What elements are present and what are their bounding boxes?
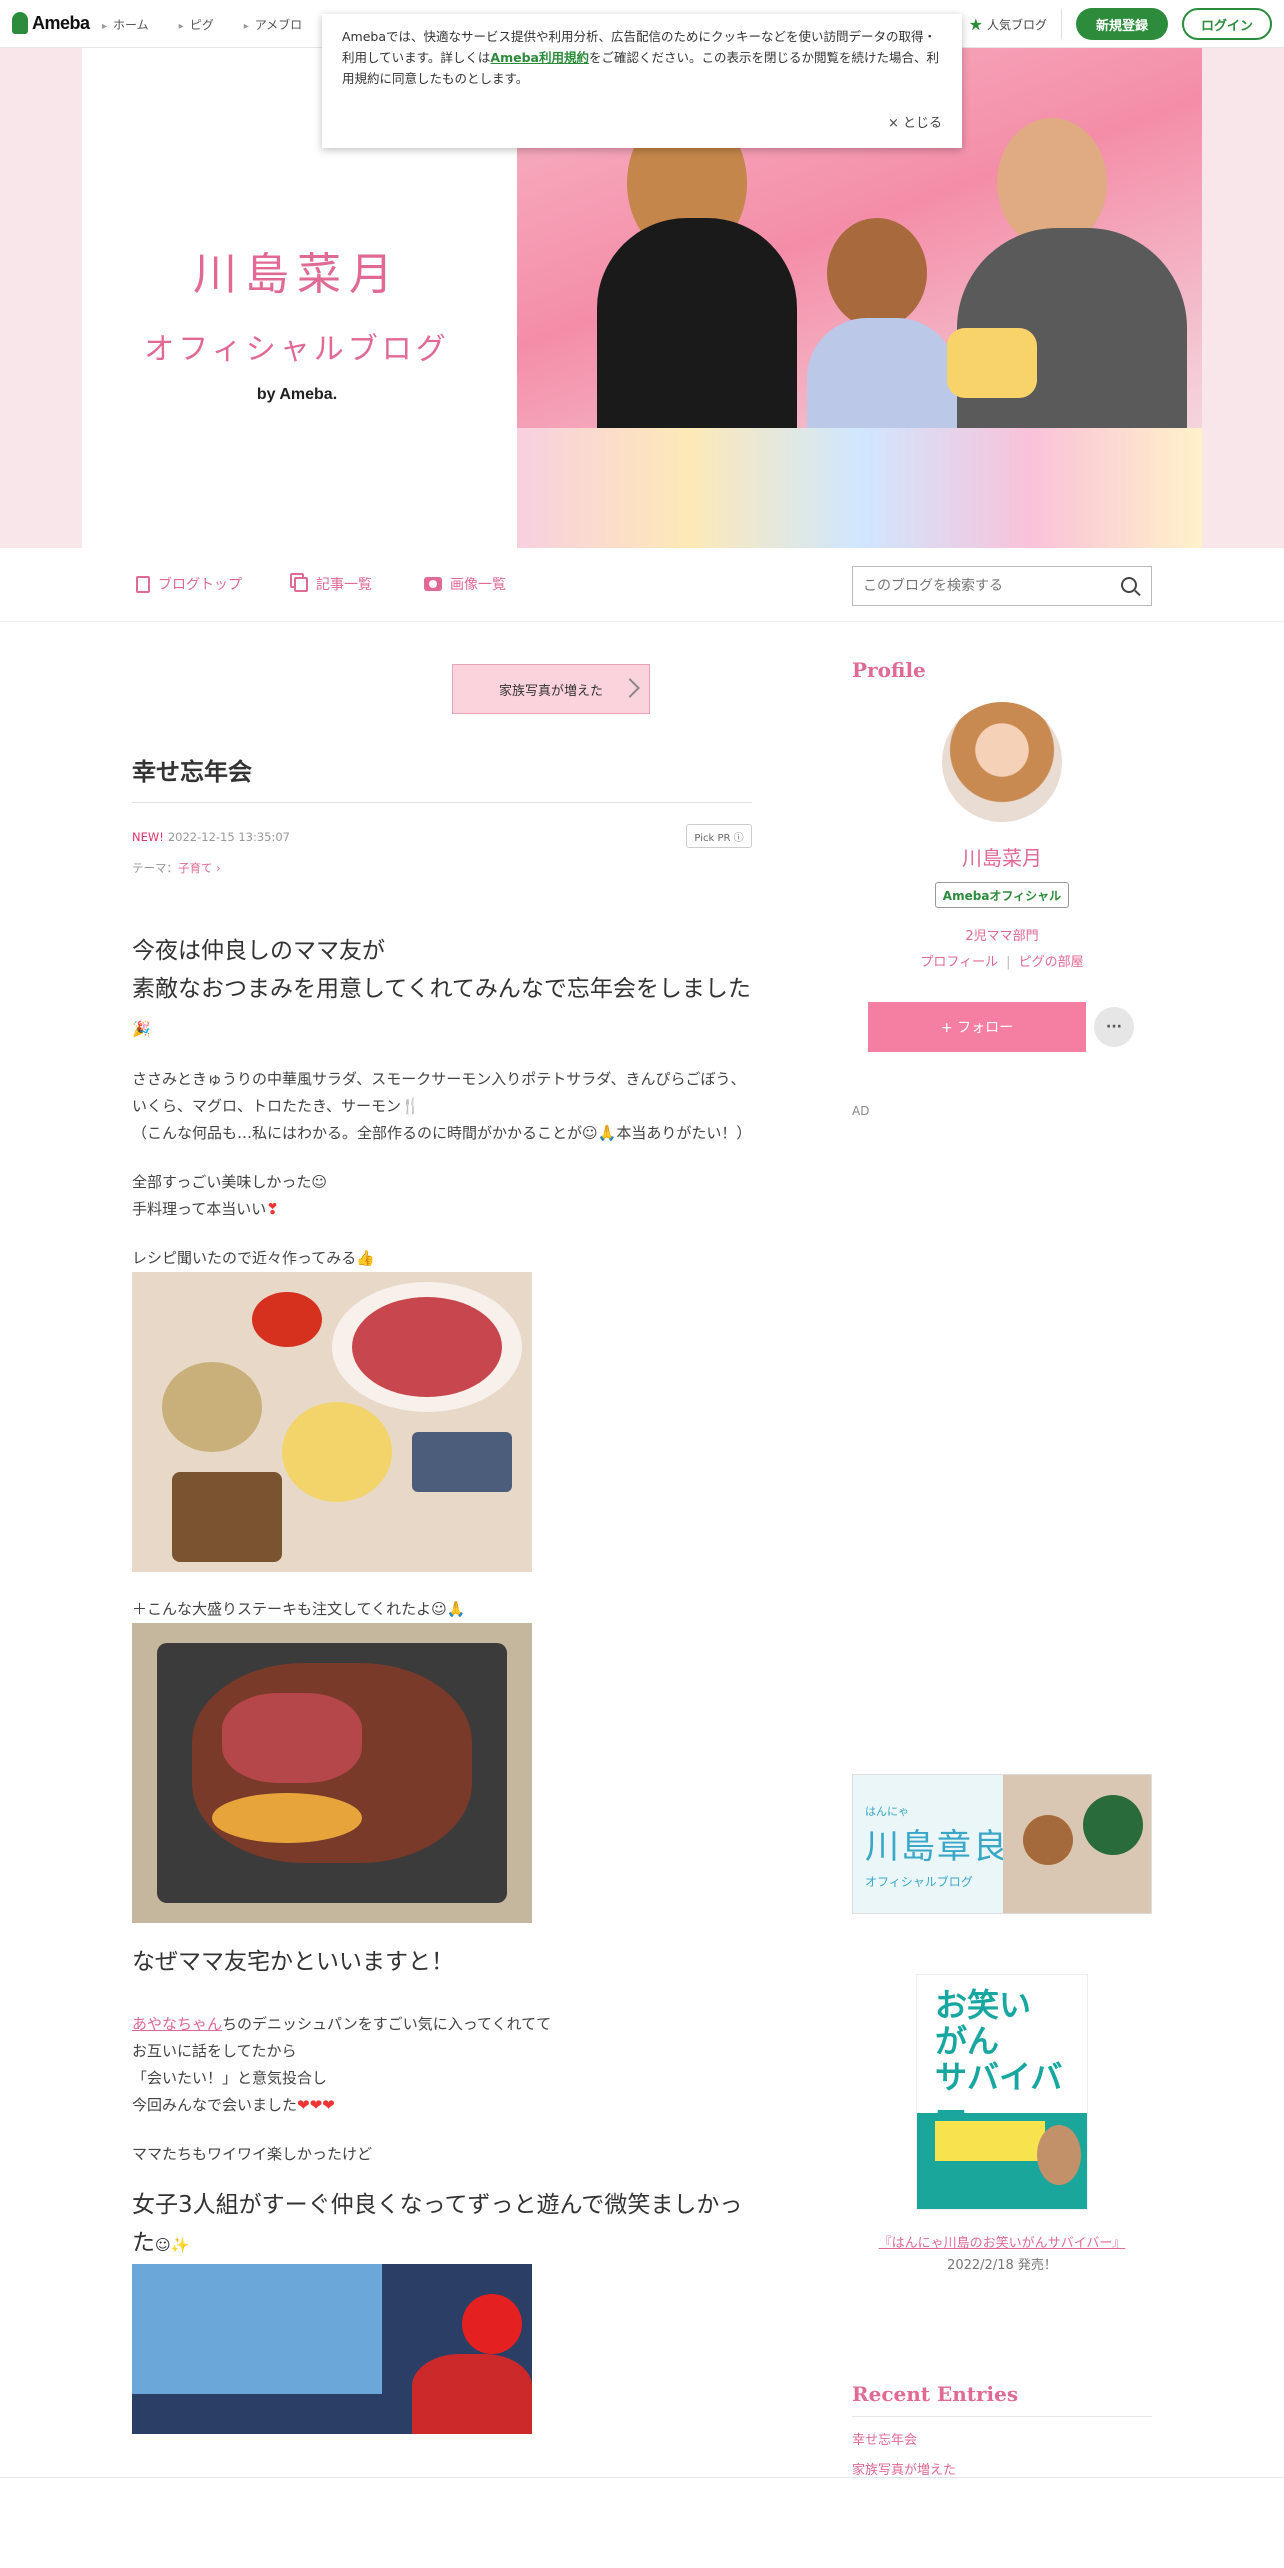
face-icon: ☺ — [431, 1600, 447, 1618]
blog-nav: ブログトップ 記事一覧 画像一覧 — [0, 548, 1284, 622]
party-photo[interactable] — [132, 2264, 532, 2434]
article-datetime: 2022-12-15 13:35:07 — [167, 830, 290, 844]
paragraph: なぜママ友宅かといいますと！ — [132, 1949, 454, 1975]
chevron-right-icon: › — [212, 861, 221, 875]
book-link[interactable]: 『はんにゃ川島のお笑いがんサバイバー』 — [852, 2232, 1152, 2251]
related-blog-banner[interactable]: はんにゃ 川島章良 オフィシャルブログ — [852, 1774, 1152, 1914]
article-list-link[interactable]: 記事一覧 — [294, 574, 372, 594]
paragraph: 全部すっごい美味しかった☺ 手料理って本当いい❣ — [132, 1169, 752, 1223]
article-theme: テーマ：子育て › — [132, 861, 221, 875]
pray-icon: 🙏 — [597, 1124, 617, 1142]
paragraph: ママたちもワイワイ楽しかったけど — [132, 2145, 373, 2163]
pigg-room-link[interactable]: ピグの部屋 — [1019, 955, 1084, 970]
ameba-logo[interactable]: Ameba — [12, 12, 90, 34]
banner-title: 川島菜月 オフィシャルブログ by Ameba. — [144, 249, 450, 403]
paragraph: あやなちゃんちのデニッシュパンをすごい気に入ってくれてて お互いに話をしてたから… — [132, 2011, 752, 2119]
profile-link[interactable]: プロフィール — [920, 955, 998, 970]
divider — [132, 802, 752, 803]
official-badge: Amebaオフィシャル — [935, 882, 1069, 908]
book-cover[interactable]: お笑いがんサバイバー — [916, 1974, 1088, 2210]
paragraph: 女子3人組がすーぐ仲良くなってずっと遊んで微笑ましかった☺✨ — [132, 2186, 752, 2264]
latest-post-button[interactable]: 家族写真が増えた — [452, 664, 650, 714]
profile-links: 2児ママ部門 プロフィール | ピグの部屋 — [852, 924, 1152, 976]
article-body: 今夜は仲良しのママ友が 素敵なおつまみを用意してくれてみんなで忘年会をしました🎉… — [132, 932, 752, 2434]
recent-entries-heading: Recent Entries — [852, 2382, 1019, 2406]
cookie-close-button[interactable]: × とじる — [888, 113, 942, 134]
nav-ameblo[interactable]: アメブロ — [244, 16, 302, 33]
blog-top-link[interactable]: ブログトップ — [136, 574, 242, 594]
blog-search — [852, 566, 1152, 606]
nav-pigg[interactable]: ピグ — [179, 16, 214, 33]
hearts-icon: ❤❤❤ — [297, 2096, 335, 2114]
article-title[interactable]: 幸せ忘年会 — [132, 752, 252, 787]
book-title: お笑いがんサバイバー — [935, 1986, 1063, 2131]
profile-name[interactable]: 川島菜月 — [852, 842, 1152, 871]
hearts-icon: ❣ — [266, 1200, 279, 1218]
register-button[interactable]: 新規登録 — [1076, 8, 1168, 40]
paragraph: ＋こんな大盛りステーキも注文してくれたよ☺🙏 — [132, 1596, 752, 1623]
copy-icon — [294, 576, 308, 592]
dinner-photo[interactable] — [132, 1272, 532, 1572]
search-icon[interactable] — [1121, 577, 1137, 593]
search-input[interactable] — [853, 567, 1103, 605]
pray-icon: 🙏 — [446, 1600, 466, 1618]
category-link[interactable]: 2児ママ部門 — [852, 924, 1152, 950]
profile-heading: Profile — [852, 658, 926, 682]
paragraph: 今夜は仲良しのママ友が 素敵なおつまみを用意してくれてみんなで忘年会をしました🎉 — [132, 932, 752, 1048]
face-icon: ☺ — [582, 1124, 598, 1142]
smile-icon: ☺ — [311, 1173, 328, 1191]
recent-entry[interactable]: 家族写真が増えた — [852, 2456, 956, 2486]
new-badge: NEW! — [132, 830, 164, 844]
cookie-notice: Amebaでは、快適なサービス提供や利用分析、広告配信のためにクッキーなどを使い… — [322, 14, 962, 148]
star-icon: ★ — [968, 14, 983, 34]
paragraph: ささみときゅうりの中華風サラダ、スモークサーモン入りポテトサラダ、きんぴらごぼう… — [132, 1066, 752, 1147]
divider — [0, 2477, 1284, 2478]
steak-photo[interactable] — [132, 1623, 532, 1923]
login-button[interactable]: ログイン — [1182, 8, 1272, 40]
paragraph: レシピ聞いたので近々作ってみる👍 — [132, 1245, 752, 1272]
theme-link[interactable]: 子育て — [178, 861, 213, 875]
global-nav: ホーム ピグ アメブロ — [102, 16, 302, 33]
document-icon — [136, 575, 150, 593]
divider — [1061, 9, 1062, 39]
avatar[interactable] — [942, 702, 1062, 822]
image-list-link[interactable]: 画像一覧 — [424, 574, 506, 594]
ameba-logo-icon — [12, 12, 28, 34]
chevron-right-icon — [620, 678, 640, 698]
thumbs-up-icon: 👍 — [356, 1249, 375, 1267]
ayana-link[interactable]: あやなちゃん — [132, 2015, 222, 2033]
more-options-button[interactable]: ··· — [1094, 1007, 1134, 1047]
follow-button[interactable]: + フォロー — [868, 1002, 1086, 1052]
camera-icon — [424, 577, 442, 591]
book-release-date: 2022/2/18 発売！ — [947, 2258, 1057, 2273]
pickpr-button[interactable]: Pick PR ⓘ — [686, 824, 752, 848]
nav-home[interactable]: ホーム — [102, 16, 149, 33]
popular-blog-link[interactable]: ★ 人気ブログ — [969, 15, 1047, 34]
cutlery-icon: 🍴 — [400, 1097, 420, 1115]
divider — [852, 2416, 1152, 2417]
article-meta: NEW! 2022-12-15 13:35:07 — [132, 830, 290, 844]
recent-entry[interactable]: 幸せ忘年会 — [852, 2426, 956, 2456]
ad-label: AD — [852, 1104, 870, 1118]
sparkle-icon: ✨ — [170, 2236, 190, 2254]
book-obi — [935, 2121, 1045, 2161]
terms-link[interactable]: Ameba利用規約 — [490, 50, 589, 65]
party-popper-icon: 🎉 — [132, 1020, 151, 1038]
smile-icon: ☺ — [155, 2236, 171, 2254]
